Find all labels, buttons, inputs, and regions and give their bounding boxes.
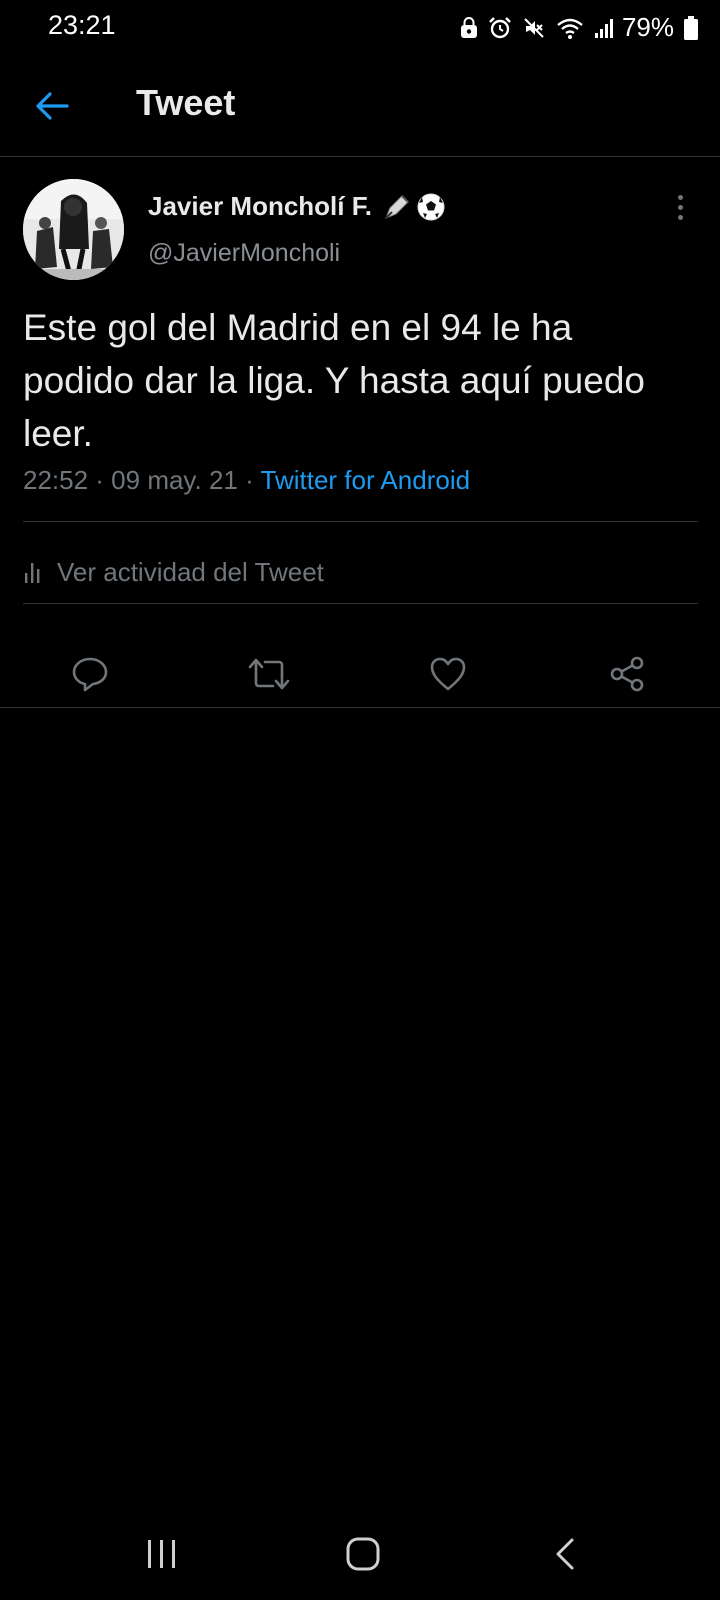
tweet-text: Este gol del Madrid en el 94 le ha podid…: [23, 307, 645, 454]
app-header: Tweet: [0, 56, 720, 157]
retweet-button[interactable]: [246, 651, 292, 697]
alarm-icon: [489, 16, 511, 38]
author-handle[interactable]: @JavierMoncholi: [148, 239, 340, 268]
back-button[interactable]: [30, 84, 74, 128]
recent-apps-icon: [148, 1540, 175, 1568]
more-dot: [677, 214, 683, 220]
reply-icon: [72, 657, 108, 692]
home-button[interactable]: [333, 1530, 393, 1578]
avatar[interactable]: [23, 179, 124, 280]
battery-icon: [684, 15, 698, 40]
battery-percent: 79%: [621, 12, 674, 42]
divider: [0, 707, 720, 708]
back-icon: [556, 1538, 574, 1570]
nav-back-button[interactable]: [535, 1530, 595, 1578]
status-bar: 23:21 79%: [0, 0, 720, 56]
page-title: Tweet: [136, 82, 236, 123]
retweet-icon: [248, 658, 290, 690]
wifi-icon: [557, 18, 583, 39]
status-icons: 79%: [460, 12, 698, 43]
author-name-text: Javier Moncholí F.: [148, 191, 372, 221]
share-button[interactable]: [604, 651, 650, 697]
name-emojis: [382, 192, 446, 222]
more-dot: [677, 204, 683, 210]
more-options-button[interactable]: [664, 191, 696, 223]
analytics-icon: [25, 563, 40, 583]
tweet-activity-label: Ver actividad del Tweet: [57, 556, 324, 587]
lock-icon: [460, 16, 477, 38]
tweet-timestamp: 22:52 · 09 may. 21 ·: [23, 465, 261, 495]
back-arrow-icon: [36, 92, 69, 120]
mute-icon: [524, 17, 544, 38]
divider: [23, 603, 698, 604]
more-dot: [677, 194, 683, 200]
tweet-source-link[interactable]: Twitter for Android: [261, 465, 471, 495]
pen-nib-icon: [385, 194, 409, 219]
tweet-meta: 22:52 · 09 may. 21 · Twitter for Android: [23, 465, 470, 496]
divider: [23, 521, 698, 522]
author-display-name[interactable]: Javier Moncholí F.: [148, 191, 446, 222]
status-time: 23:21: [48, 10, 116, 40]
soccer-ball-icon: [417, 193, 445, 220]
tweet-activity-link[interactable]: Ver actividad del Tweet: [23, 550, 324, 594]
recent-apps-button[interactable]: [132, 1530, 192, 1578]
tweet-actions: [0, 633, 720, 717]
system-nav-bar: [0, 1508, 720, 1600]
like-button[interactable]: [425, 651, 471, 697]
signal-icon: [594, 18, 613, 38]
like-icon: [430, 657, 466, 691]
share-icon: [610, 656, 644, 692]
reply-button[interactable]: [67, 651, 113, 697]
home-icon: [346, 1537, 380, 1571]
